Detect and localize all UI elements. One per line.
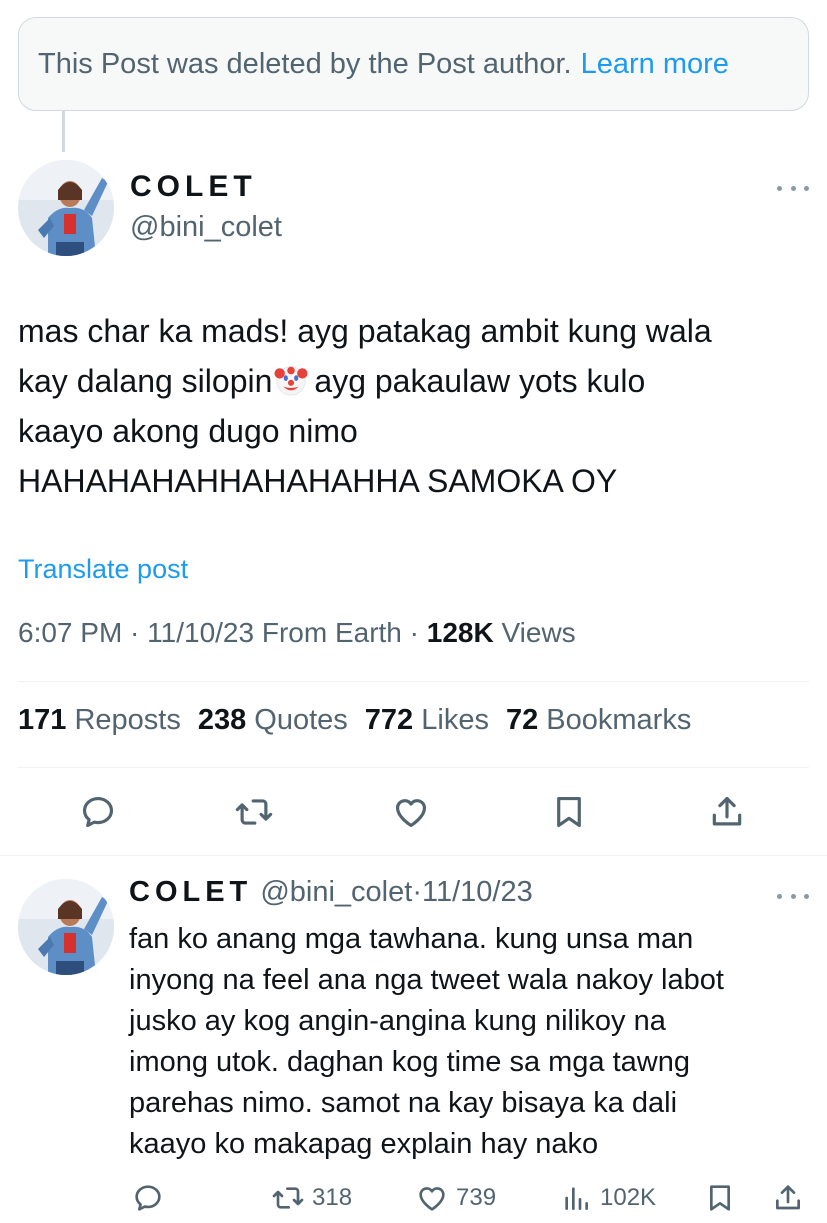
reply-avatar[interactable] [18,879,114,975]
separator-dot: · [412,876,422,908]
reply-text-line: parehas nimo. samot na kay bisaya ka dal… [129,1087,678,1119]
post-stats: 171 Reposts 238 Quotes 772 Likes 72 Book… [18,704,708,737]
reply-author-name[interactable]: COLET [129,876,252,908]
reply-reply-button[interactable] [132,1178,172,1218]
repost-icon [235,799,273,825]
views-count: 128K [426,617,494,648]
reposts-label: Reposts [66,704,181,736]
reply-views-button[interactable]: 102K [560,1178,656,1218]
repost-button[interactable] [234,790,274,834]
divider [18,681,809,682]
post-text-line: kaayo akong dugo nimo [18,413,358,449]
reply-action-bar: 318 739 102K [0,1178,827,1218]
translate-post-link[interactable]: Translate post [18,554,188,585]
views-chart-icon [565,1187,588,1210]
share-icon [712,796,742,826]
reply-text-line: jusko ay kog angin-angina kung nilikoy n… [129,1005,666,1037]
post-timestamp[interactable]: 6:07 PM · 11/10/23 From Earth · [18,617,427,648]
post-text-fragment: ayg pakaulaw yots kulo [314,363,646,399]
reply-button[interactable] [78,790,118,834]
reply-views-count: 102K [600,1184,657,1211]
divider [18,767,809,768]
reply-like-button[interactable]: 739 [416,1178,496,1218]
reply-text-line: inyong na feel ana nga tweet wala nakoy … [129,964,724,996]
reposts-stat[interactable]: 171 Reposts [18,704,181,737]
post-text-line-with-emoji: kay dalang silopin ayg pakaulaw yots kul… [18,356,813,406]
avatar-image-icon [18,160,114,256]
reply-header: COLET @bini_colet·11/10/23 [129,876,533,909]
likes-label: Likes [413,704,489,736]
quotes-stat[interactable]: 238 Quotes [198,704,348,737]
like-icon [395,799,427,828]
reply-text-line: kaayo ko makapag explain hay nako [129,1128,599,1160]
post-text-fragment: kay dalang silopin [18,363,273,399]
reply-repost-count: 318 [312,1184,353,1211]
reply-more-options-icon[interactable] [777,890,809,902]
bookmarks-count: 72 [505,704,539,736]
deleted-post-notice: This Post was deleted by the Post author… [18,17,809,111]
avatar[interactable] [18,160,114,256]
avatar-image-icon [18,879,114,975]
reply-bookmark-button[interactable] [704,1178,744,1218]
post-author-name[interactable]: COLET [130,170,257,204]
reply-text: fan ko anang mga tawhana. kung unsa man … [129,919,809,1165]
reposts-count: 171 [18,704,67,736]
like-icon [419,1187,445,1211]
bookmark-icon [710,1185,730,1211]
more-options-icon[interactable] [777,182,809,194]
likes-stat[interactable]: 772 Likes [365,704,489,737]
likes-count: 772 [364,704,414,736]
post-text-line: mas char ka mads! ayg patakag ambit kung… [18,313,712,349]
bookmark-button[interactable] [549,790,589,834]
reply-text-line: fan ko anang mga tawhana. kung unsa man [129,923,694,955]
reply-icon [135,1185,161,1211]
divider [0,855,827,856]
bookmark-icon [557,796,581,828]
post-text-line: HAHAHAHAHHAHAHAHHA SAMOKA OY [18,463,618,499]
repost-icon [272,1187,304,1209]
learn-more-link[interactable]: Learn more [581,48,729,81]
deleted-message: This Post was deleted by the Post author… [38,47,572,80]
reply-like-count: 739 [456,1184,497,1211]
thread-connector-line [62,111,65,152]
reply-text-line: imong utok. daghan kog time sa mga tawng [129,1046,690,1078]
post-text: mas char ka mads! ayg patakag ambit kung… [18,306,813,506]
reply-repost-button[interactable]: 318 [272,1178,352,1218]
post-author-handle[interactable]: @bini_colet [130,211,282,244]
views-label: Views [493,617,576,648]
reply-author-handle[interactable]: @bini_colet [260,876,412,908]
bookmarks-label: Bookmarks [538,704,692,736]
like-button[interactable] [391,790,431,834]
post-meta: 6:07 PM · 11/10/23 From Earth · 128K Vie… [18,617,576,649]
clown-face-icon [274,366,308,396]
share-icon [776,1185,800,1210]
bookmarks-stat[interactable]: 72 Bookmarks [506,704,691,737]
post-action-bar [0,790,827,846]
reply-share-button[interactable] [772,1178,812,1218]
reply-date[interactable]: 11/10/23 [422,876,533,908]
quotes-count: 238 [197,704,247,736]
share-button[interactable] [707,790,747,834]
quotes-label: Quotes [246,704,348,736]
reply-icon [82,796,114,828]
